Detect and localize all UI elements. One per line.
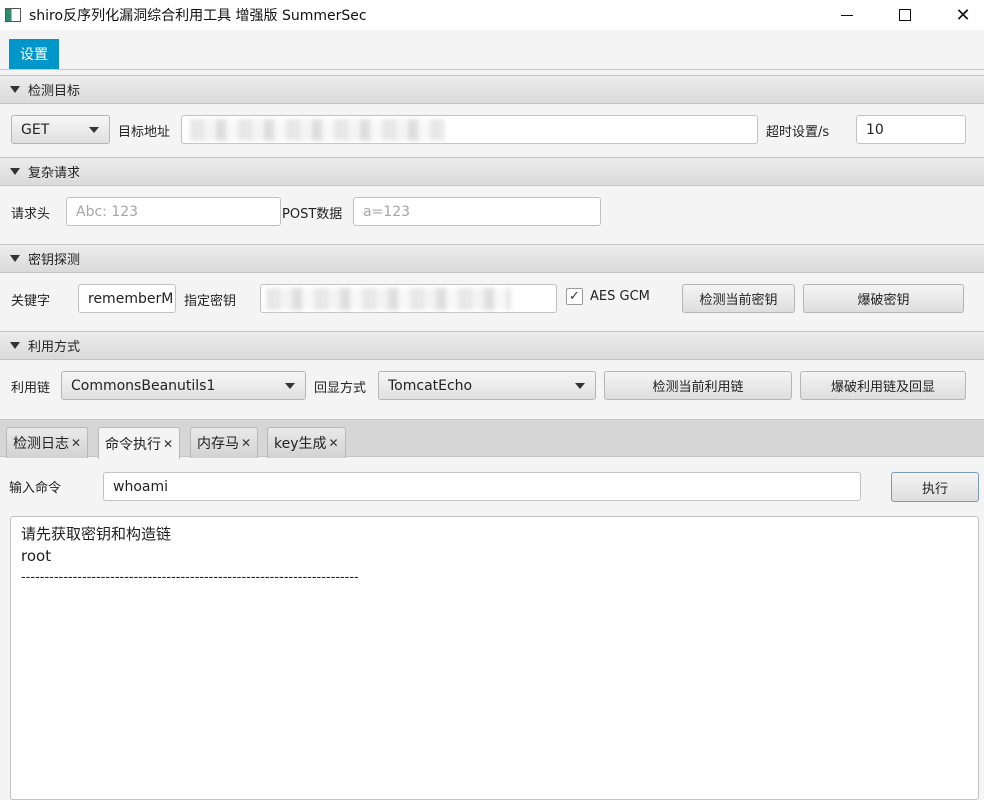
maximize-button[interactable] bbox=[882, 0, 928, 30]
tab-keygen[interactable]: key生成 ✕ bbox=[267, 427, 346, 458]
keyword-input[interactable]: rememberM bbox=[78, 284, 176, 313]
echo-value: TomcatEcho bbox=[388, 377, 473, 394]
execute-button[interactable]: 执行 bbox=[891, 472, 979, 502]
tab-memshell[interactable]: 内存马 ✕ bbox=[190, 427, 259, 458]
post-input[interactable]: a=123 bbox=[353, 197, 601, 226]
detect-key-button[interactable]: 检测当前密钥 bbox=[682, 284, 795, 313]
command-input[interactable]: whoami bbox=[103, 472, 861, 501]
section-title: 利用方式 bbox=[28, 340, 81, 355]
section-key-header[interactable]: 密钥探测 bbox=[0, 244, 984, 273]
title-bar: shiro反序列化漏洞综合利用工具 增强版 SummerSec ✕ bbox=[0, 0, 984, 30]
maximize-icon bbox=[899, 9, 911, 21]
chain-label: 利用链 bbox=[11, 381, 51, 396]
check-icon: ✓ bbox=[569, 289, 580, 304]
tab-strip: 检测日志 ✕ 命令执行 ✕ 内存马 ✕ key生成 ✕ bbox=[0, 419, 984, 459]
close-icon: ✕ bbox=[955, 4, 971, 26]
keyword-label: 关键字 bbox=[11, 294, 51, 309]
tab-label: 检测日志 bbox=[13, 436, 69, 452]
post-placeholder: a=123 bbox=[363, 203, 411, 220]
tab-label: 内存马 bbox=[197, 436, 239, 452]
headers-placeholder: Abc: 123 bbox=[76, 203, 139, 220]
tab-label: 命令执行 bbox=[105, 436, 161, 453]
redacted-key bbox=[266, 288, 511, 310]
aes-gcm-checkbox[interactable]: ✓ bbox=[566, 288, 583, 305]
collapse-arrow-icon bbox=[10, 342, 20, 349]
tab-log[interactable]: 检测日志 ✕ bbox=[6, 427, 89, 458]
chain-select[interactable]: CommonsBeanutils1 bbox=[61, 371, 306, 400]
output-line: 请先获取密钥和构造链 bbox=[21, 525, 172, 543]
timeout-label: 超时设置/s bbox=[766, 125, 830, 140]
headers-input[interactable]: Abc: 123 bbox=[66, 197, 281, 226]
method-value: GET bbox=[21, 121, 50, 138]
aes-gcm-label: AES GCM bbox=[590, 289, 650, 304]
command-value: whoami bbox=[113, 478, 168, 495]
close-tab-icon[interactable]: ✕ bbox=[71, 436, 81, 450]
echo-label: 回显方式 bbox=[314, 381, 367, 396]
section-exploit-header[interactable]: 利用方式 bbox=[0, 331, 984, 360]
minimize-button[interactable] bbox=[824, 0, 870, 30]
timeout-value: 10 bbox=[866, 121, 884, 138]
echo-select[interactable]: TomcatEcho bbox=[378, 371, 596, 400]
output-line: root bbox=[21, 547, 52, 565]
section-title: 密钥探测 bbox=[28, 253, 81, 268]
post-label: POST数据 bbox=[282, 207, 343, 222]
redacted-url bbox=[190, 119, 445, 141]
window-title: shiro反序列化漏洞综合利用工具 增强版 SummerSec bbox=[29, 8, 367, 24]
app-icon bbox=[5, 8, 21, 22]
section-target-header[interactable]: 检测目标 bbox=[0, 75, 984, 104]
headers-label: 请求头 bbox=[11, 207, 51, 222]
section-complex-header[interactable]: 复杂请求 bbox=[0, 157, 984, 186]
chevron-down-icon bbox=[89, 127, 99, 133]
menu-settings[interactable]: 设置 bbox=[9, 39, 59, 69]
chain-value: CommonsBeanutils1 bbox=[71, 377, 216, 394]
brute-key-button[interactable]: 爆破密钥 bbox=[803, 284, 964, 313]
menu-bar: 设置 bbox=[0, 37, 984, 70]
url-label: 目标地址 bbox=[118, 125, 171, 140]
collapse-arrow-icon bbox=[10, 86, 20, 93]
collapse-arrow-icon bbox=[10, 168, 20, 175]
chevron-down-icon bbox=[285, 383, 295, 389]
output-textarea[interactable]: 请先获取密钥和构造链 root ------------------------… bbox=[10, 516, 979, 800]
section-title: 复杂请求 bbox=[28, 166, 81, 181]
key-label: 指定密钥 bbox=[184, 294, 237, 309]
keyword-value: rememberM bbox=[88, 290, 174, 307]
close-tab-icon[interactable]: ✕ bbox=[329, 436, 339, 450]
command-label: 输入命令 bbox=[9, 481, 62, 496]
minimize-icon bbox=[841, 14, 853, 16]
output-line: ----------------------------------------… bbox=[21, 570, 359, 585]
tab-command[interactable]: 命令执行 ✕ bbox=[98, 427, 181, 459]
chevron-down-icon bbox=[575, 383, 585, 389]
detect-chain-button[interactable]: 检测当前利用链 bbox=[604, 371, 792, 400]
section-title: 检测目标 bbox=[28, 84, 81, 99]
close-tab-icon[interactable]: ✕ bbox=[163, 437, 173, 451]
close-tab-icon[interactable]: ✕ bbox=[241, 436, 251, 450]
close-button[interactable]: ✕ bbox=[940, 0, 984, 30]
brute-chain-button[interactable]: 爆破利用链及回显 bbox=[800, 371, 966, 400]
tab-label: key生成 bbox=[274, 436, 327, 452]
method-select[interactable]: GET bbox=[11, 115, 110, 144]
timeout-input[interactable]: 10 bbox=[856, 115, 966, 144]
collapse-arrow-icon bbox=[10, 255, 20, 262]
